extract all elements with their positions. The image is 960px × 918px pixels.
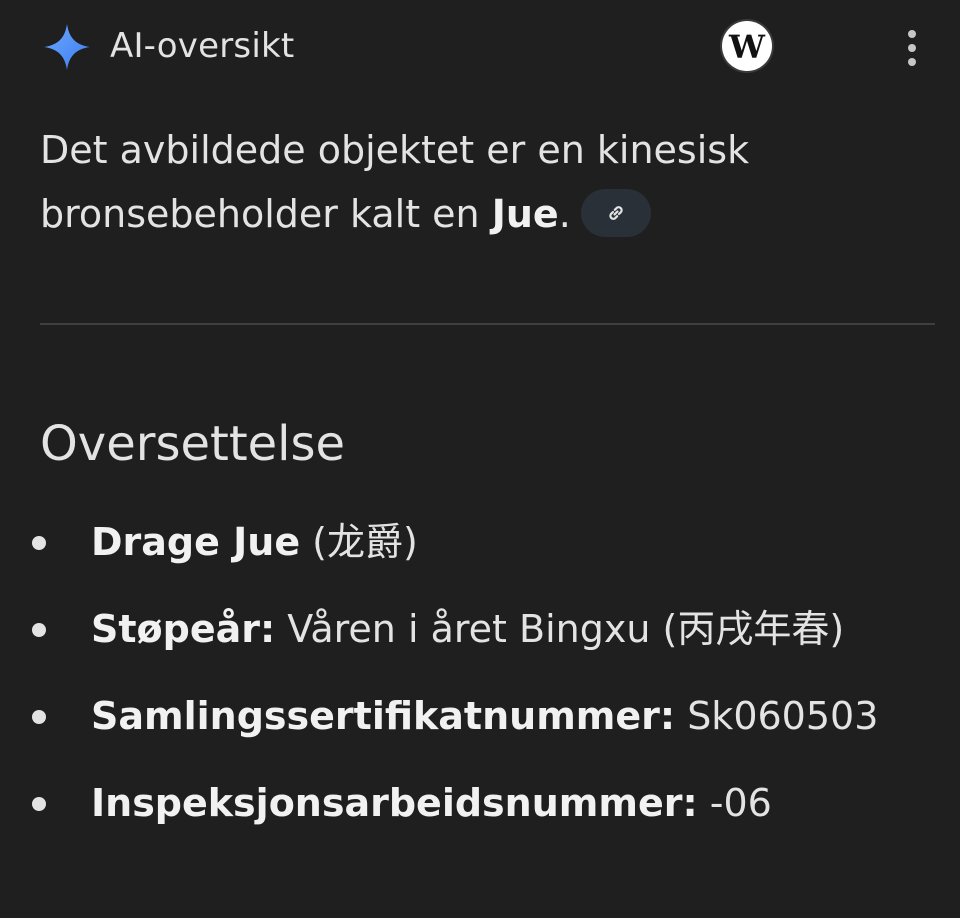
item-value: (龙爵) [300,520,418,564]
item-value: -06 [697,781,772,825]
more-vert-icon-dot [908,44,916,52]
list-item-text: Drage Jue (龙爵) [91,508,418,576]
item-value: Sk060503 [675,694,879,738]
item-label: Samlingssertifikatnummer: [91,694,676,738]
section-divider [40,323,935,325]
wikipedia-icon: W [729,27,765,66]
summary-end: . [558,192,571,236]
list-item-text: Inspeksjonsarbeidsnummer: -06 [91,769,772,837]
list-item: Samlingssertifikatnummer: Sk060503 [0,682,960,769]
bullet [32,623,46,637]
source-badge[interactable]: W [722,21,772,71]
link-icon [609,205,623,220]
more-vert-icon [908,30,916,38]
item-label: Støpeår: [91,607,276,651]
ai-overview-header: AI-oversikt W [0,0,960,96]
summary-emphasis: Jue [491,192,559,236]
item-label: Inspeksjonsarbeidsnummer: [91,781,698,825]
translation-list: Drage Jue (龙爵) Støpeår: Våren i året Bin… [0,508,960,856]
list-item-text: Støpeår: Våren i året Bingxu (丙戌年春) [91,595,844,663]
item-value: Våren i året Bingxu (丙戌年春) [275,607,845,651]
header-title: AI-oversikt [110,26,295,66]
item-label: Drage Jue [91,520,301,564]
bullet [32,710,46,724]
overview-summary: Det avbildede objektet er en kinesisk br… [40,118,920,246]
list-item: Drage Jue (龙爵) [0,508,960,595]
bullet [32,536,46,550]
more-vert-icon-dot [908,58,916,66]
sparkle-icon [42,22,92,72]
section-heading: Oversettelse [40,416,346,472]
source-link-button[interactable] [580,188,651,237]
more-options-button[interactable] [896,30,928,66]
list-item: Støpeår: Våren i året Bingxu (丙戌年春) [0,595,960,682]
bullet [32,797,46,811]
list-item-text: Samlingssertifikatnummer: Sk060503 [91,682,878,750]
list-item: Inspeksjonsarbeidsnummer: -06 [0,769,960,856]
